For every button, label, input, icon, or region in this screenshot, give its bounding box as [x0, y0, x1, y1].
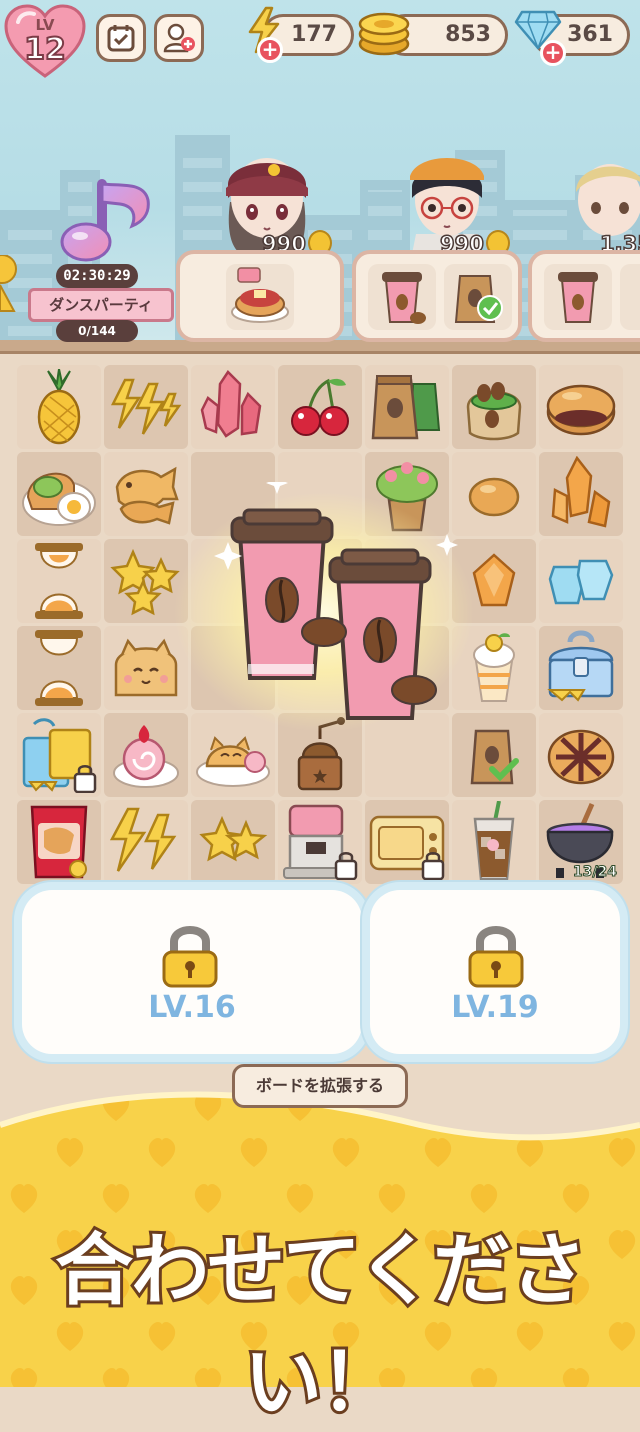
coffee-bag-done-icon [470, 729, 519, 785]
event-progress: 0/144 [56, 320, 138, 342]
energy-value: 177 [291, 22, 337, 47]
order-item-slot [226, 264, 294, 330]
locked-area-2[interactable]: LV.19 [370, 890, 620, 1054]
order-card-3[interactable] [528, 250, 640, 342]
music-note-icon [60, 179, 150, 262]
pineapple-icon [37, 369, 81, 445]
padlock-icon [468, 926, 524, 988]
hourglass-icon [35, 630, 83, 706]
bread-bun-icon [468, 477, 520, 517]
stars-icon [199, 815, 268, 862]
strawberry-pancake-icon [231, 267, 289, 323]
board-cell[interactable] [539, 365, 623, 449]
board-cell[interactable] [539, 452, 623, 536]
add-energy-button[interactable]: + [257, 37, 283, 63]
hourglass-icon [35, 543, 83, 619]
add-friend-icon [163, 23, 195, 53]
board-cell[interactable] [17, 713, 101, 797]
coin-value: 853 [445, 22, 491, 47]
blue-gems-icon [548, 559, 614, 605]
coffee-cup-icon [382, 272, 426, 324]
add-gems-button[interactable]: + [540, 40, 566, 66]
board-cell[interactable] [365, 365, 449, 449]
amber-crystal-icon [551, 456, 611, 528]
coffee-bag-done-icon [454, 275, 503, 323]
event-timer: 02:30:29 [56, 264, 138, 288]
padlock-icon [162, 926, 218, 988]
lock-icon [73, 765, 97, 793]
lightning-bolts-icon [109, 807, 177, 872]
order-item-slot [444, 264, 512, 330]
lightning-bolts-icon [110, 378, 182, 435]
snack-bag-icon [30, 805, 88, 879]
unlock-level-label: LV.16 [148, 990, 236, 1025]
amber-gem-icon [472, 553, 516, 607]
board-cell[interactable] [539, 626, 623, 710]
stars-icon [110, 548, 180, 616]
coffee-bean-sack-icon [466, 382, 522, 441]
side-flower-icon [0, 255, 17, 312]
iced-coffee-icon [473, 801, 515, 881]
lock-icon [334, 852, 358, 880]
level-badge[interactable]: LV 12 [4, 4, 86, 80]
top-hud: LV 12 177 + 853 361 + [0, 0, 640, 78]
calendar-check-icon [107, 25, 135, 52]
order-card-2[interactable] [352, 250, 522, 342]
merge-highlight [174, 482, 474, 732]
level-number: 12 [23, 31, 67, 68]
event-name: ダンスパーティ [28, 288, 174, 322]
board-cell[interactable] [452, 365, 536, 449]
order-card-1[interactable] [176, 250, 344, 342]
dance-party-event[interactable]: 02:30:29 ダンスパーティ 0/144 [14, 170, 174, 345]
board-cell[interactable] [191, 800, 275, 884]
melon-bread-icon [547, 729, 615, 785]
board-cell[interactable] [17, 365, 101, 449]
avocado-toast-icon [22, 472, 96, 526]
parfait-icon [473, 633, 515, 702]
strawberry-roll-cake-icon [113, 725, 179, 788]
lock-icon [421, 852, 445, 880]
expand-board-button[interactable]: ボードを拡張する [232, 1064, 408, 1108]
ruby-crystal-icon [200, 370, 262, 438]
board-cell[interactable] [17, 452, 101, 536]
board-cell[interactable] [539, 539, 623, 623]
board-cell[interactable] [452, 800, 536, 884]
merge-board: 13/24 [14, 362, 626, 886]
gem-value: 361 [567, 22, 613, 47]
cherry-icon [291, 378, 349, 436]
locked-area-1[interactable]: LV.16 [22, 890, 362, 1054]
add-friend-button[interactable] [154, 14, 204, 62]
board-cell[interactable] [539, 713, 623, 797]
cat-bread-icon [114, 638, 178, 697]
coffee-cup-icon [230, 508, 334, 680]
coffee-cup-icon [558, 272, 598, 323]
calendar-button[interactable] [96, 14, 146, 62]
board-cell[interactable] [17, 539, 101, 623]
board-cell[interactable] [191, 365, 275, 449]
treasure-chest-icon [547, 630, 614, 702]
board-cell[interactable] [17, 800, 101, 884]
banner-title: 合わせてください！ [52, 1223, 590, 1431]
board-cell[interactable] [104, 800, 188, 884]
dorayaki-icon [546, 384, 616, 436]
order-item-slot [620, 264, 640, 330]
generator-count: 13/24 [572, 864, 617, 881]
board-cell[interactable] [278, 365, 362, 449]
board-cell[interactable] [17, 626, 101, 710]
taiyaki-icon [115, 466, 179, 525]
board-cell[interactable] [278, 800, 362, 884]
coin-stack-icon [358, 12, 410, 56]
board-cell[interactable] [365, 800, 449, 884]
order-item-slot [368, 264, 436, 330]
order-item-slot [544, 264, 612, 330]
coffee-bags-icon [371, 375, 441, 440]
board-cell[interactable] [104, 365, 188, 449]
board-cell[interactable]: 13/24 [539, 800, 623, 884]
unlock-level-label: LV.19 [451, 990, 539, 1025]
